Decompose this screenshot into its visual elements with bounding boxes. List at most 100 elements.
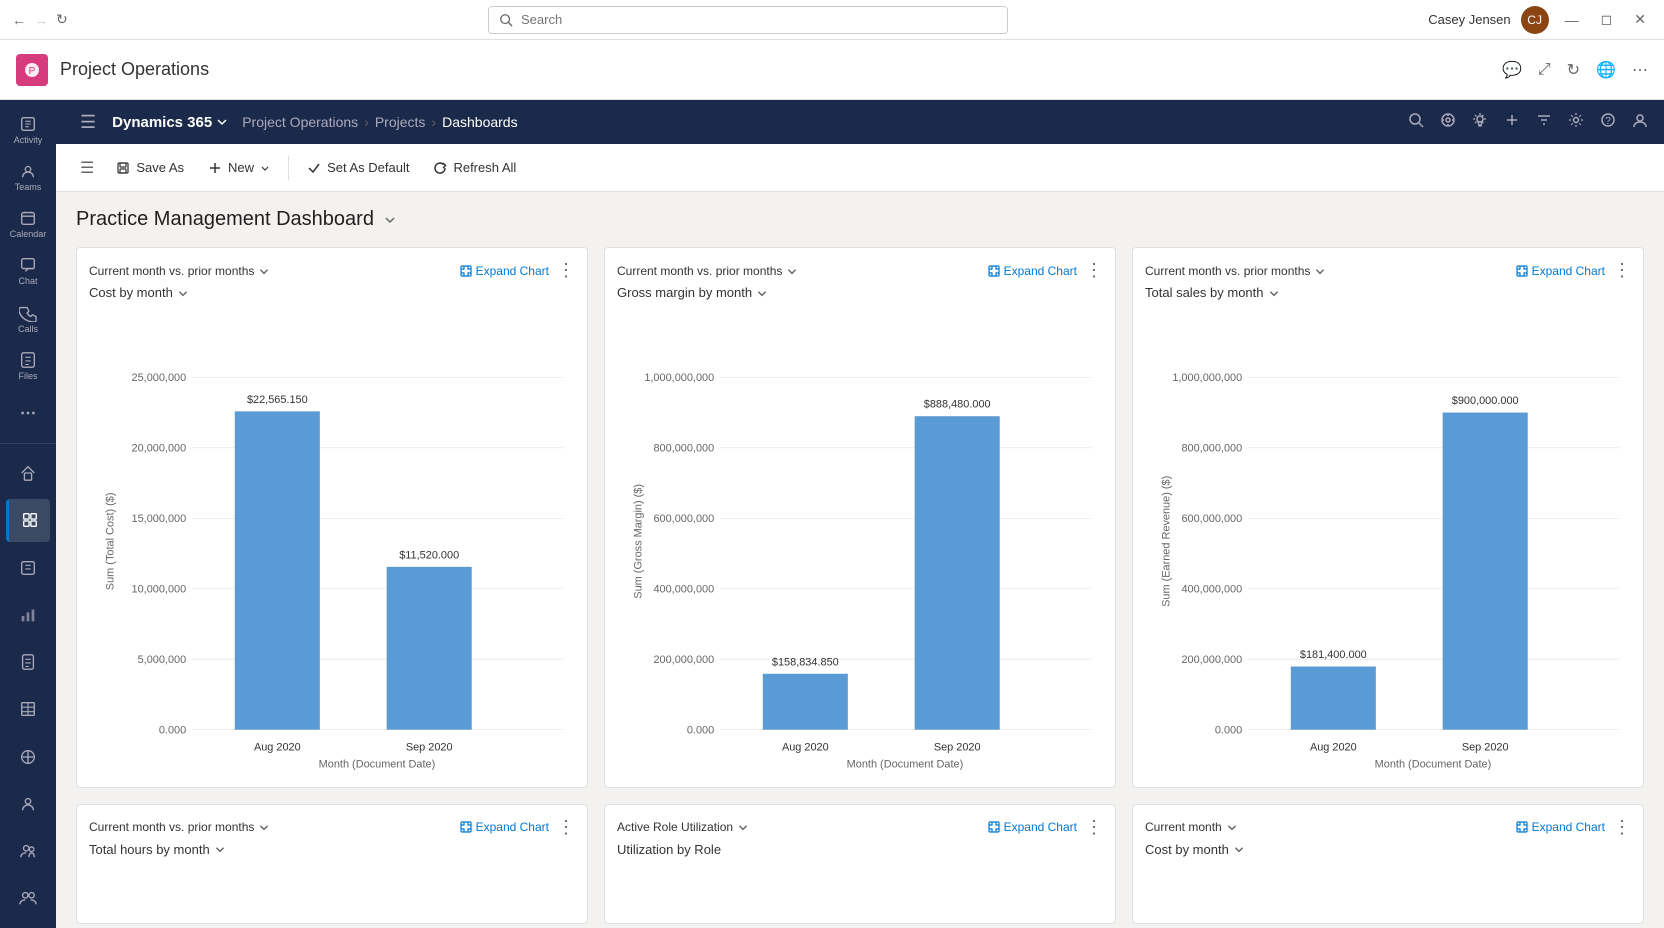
breadcrumb-project-ops[interactable]: Project Operations (242, 114, 358, 130)
nav-target-icon[interactable] (1440, 112, 1456, 133)
sidebar-item-calls[interactable]: Calls (6, 297, 50, 340)
collapse-nav-btn[interactable]: ☰ (72, 158, 102, 178)
bar-aug2020-chart3[interactable] (1291, 666, 1376, 729)
nav-settings-icon[interactable] (1568, 112, 1584, 133)
chart-more-4[interactable]: ⋮ (557, 817, 575, 838)
more-options-icon[interactable]: ⋯ (1632, 60, 1648, 80)
chart-subtitle-text-3: Total sales by month (1145, 285, 1264, 300)
sidebar-item-dashboard[interactable] (6, 499, 50, 542)
breadcrumb-projects[interactable]: Projects (375, 114, 426, 130)
sidebar-item-home[interactable] (6, 452, 50, 495)
dashboard-dropdown-icon[interactable] (382, 212, 398, 228)
globe-icon[interactable]: 🌐 (1596, 60, 1616, 80)
chat-icon[interactable]: 💬 (1502, 60, 1522, 80)
chart-header-6: Current month Expand Chart ⋮ (1145, 817, 1631, 838)
search-input[interactable] (521, 12, 997, 27)
sidebar-item-more[interactable] (6, 391, 50, 434)
sidebar-item-list[interactable] (6, 546, 50, 589)
save-as-button[interactable]: Save As (106, 154, 194, 181)
sidebar-item-person[interactable] (6, 782, 50, 825)
expand-icon[interactable]: ⤢ (1538, 61, 1551, 79)
chart-filter-3[interactable]: Current month vs. prior months (1145, 264, 1326, 278)
sidebar-item-table[interactable] (6, 688, 50, 731)
chart-filter-1[interactable]: Current month vs. prior months (89, 264, 270, 278)
expand-chart-btn-4[interactable]: Expand Chart (460, 820, 549, 834)
expand-chart-btn-5[interactable]: Expand Chart (988, 820, 1077, 834)
chart-subtitle-3[interactable]: Total sales by month (1145, 285, 1631, 300)
svg-text:P: P (29, 66, 36, 77)
svg-text:20,000,000: 20,000,000 (132, 442, 187, 454)
refresh-app-icon[interactable]: ↻ (1567, 60, 1580, 80)
sidebar-item-activity[interactable]: Activity (6, 108, 50, 151)
chart-subtitle-text-6: Cost by month (1145, 842, 1229, 857)
minimize-btn[interactable]: — (1559, 10, 1585, 30)
nav-plus-icon[interactable] (1504, 112, 1520, 133)
expand-chart-btn-3[interactable]: Expand Chart (1516, 264, 1605, 278)
sidebar-item-group[interactable] (6, 877, 50, 920)
chart-filter-2[interactable]: Current month vs. prior months (617, 264, 798, 278)
filter-chevron-icon-4 (258, 821, 270, 833)
bar-sep2020-chart3[interactable] (1443, 413, 1528, 730)
maximize-btn[interactable]: ◻ (1595, 9, 1619, 30)
check-icon (307, 161, 321, 175)
chart-header-right-2: Expand Chart ⋮ (988, 260, 1103, 281)
chart-subtitle-2[interactable]: Gross margin by month (617, 285, 1103, 300)
dynamics365-nav[interactable]: Dynamics 365 (112, 114, 228, 131)
title-bar-right: Casey Jensen CJ — ◻ ✕ (1428, 6, 1652, 34)
svg-text:Aug 2020: Aug 2020 (254, 741, 301, 753)
chart-header-right-1: Expand Chart ⋮ (460, 260, 575, 281)
bar-aug2020-chart2[interactable] (763, 674, 848, 730)
search-bar[interactable] (488, 6, 1008, 34)
nav-bar-left: ☰ Dynamics 365 Project Operations › Proj… (72, 112, 518, 133)
sidebar-item-report[interactable] (6, 735, 50, 778)
chart-more-3[interactable]: ⋮ (1613, 260, 1631, 281)
sidebar-item-teams[interactable]: Teams (6, 155, 50, 198)
sidebar-item-doc[interactable] (6, 641, 50, 684)
nav-filter-icon[interactable] (1536, 112, 1552, 133)
refresh-btn[interactable]: ↻ (56, 11, 68, 28)
chart-filter-5[interactable]: Active Role Utilization (617, 820, 749, 834)
bar-sep2020-chart2[interactable] (915, 416, 1000, 729)
chart-more-1[interactable]: ⋮ (557, 260, 575, 281)
sidebar-item-chart[interactable] (6, 593, 50, 636)
set-as-default-button[interactable]: Set As Default (297, 154, 419, 181)
expand-chart-btn-6[interactable]: Expand Chart (1516, 820, 1605, 834)
chart-subtitle-1[interactable]: Cost by month (89, 285, 575, 300)
svg-text:200,000,000: 200,000,000 (1181, 654, 1242, 666)
chart-filter-4[interactable]: Current month vs. prior months (89, 820, 270, 834)
sidebar-item-person2[interactable] (6, 830, 50, 873)
close-btn[interactable]: ✕ (1628, 9, 1652, 30)
refresh-all-button[interactable]: Refresh All (423, 154, 526, 181)
chart-subtitle-6[interactable]: Cost by month (1145, 842, 1631, 857)
bar-sep2020-chart1[interactable] (387, 567, 472, 730)
chart-more-5[interactable]: ⋮ (1085, 817, 1103, 838)
sidebar-item-files[interactable]: Files (6, 344, 50, 387)
forward-btn[interactable]: → (34, 12, 48, 28)
svg-text:Sep 2020: Sep 2020 (406, 741, 453, 753)
sidebar-item-chat[interactable]: Chat (6, 250, 50, 293)
expand-icon-5 (988, 821, 1000, 833)
chart-filter-6[interactable]: Current month (1145, 820, 1238, 834)
back-btn[interactable]: ← (12, 12, 26, 28)
svg-text:600,000,000: 600,000,000 (1181, 513, 1242, 525)
expand-chart-label-5: Expand Chart (1004, 820, 1077, 834)
chart-subtitle-4[interactable]: Total hours by month (89, 842, 575, 857)
nav-search-icon[interactable] (1408, 112, 1424, 133)
expand-chart-btn-1[interactable]: Expand Chart (460, 264, 549, 278)
bar-aug2020-chart1[interactable] (235, 411, 320, 729)
nav-help-icon[interactable]: ? (1600, 112, 1616, 133)
dashboard-title-text: Practice Management Dashboard (76, 208, 374, 231)
expand-chart-btn-2[interactable]: Expand Chart (988, 264, 1077, 278)
svg-text:$888,480.000: $888,480.000 (924, 399, 991, 411)
sidebar-item-calendar[interactable]: Calendar (6, 202, 50, 245)
chart-more-6[interactable]: ⋮ (1613, 817, 1631, 838)
chart-header-right-6: Expand Chart ⋮ (1516, 817, 1631, 838)
nav-light-icon[interactable] (1472, 112, 1488, 133)
nav-user-icon[interactable] (1632, 112, 1648, 133)
svg-text:Sep 2020: Sep 2020 (934, 741, 981, 753)
chart-more-2[interactable]: ⋮ (1085, 260, 1103, 281)
title-bar-center (68, 6, 1429, 34)
new-button[interactable]: New (198, 154, 280, 181)
expand-icon-6 (1516, 821, 1528, 833)
hamburger-menu[interactable]: ☰ (72, 112, 104, 133)
